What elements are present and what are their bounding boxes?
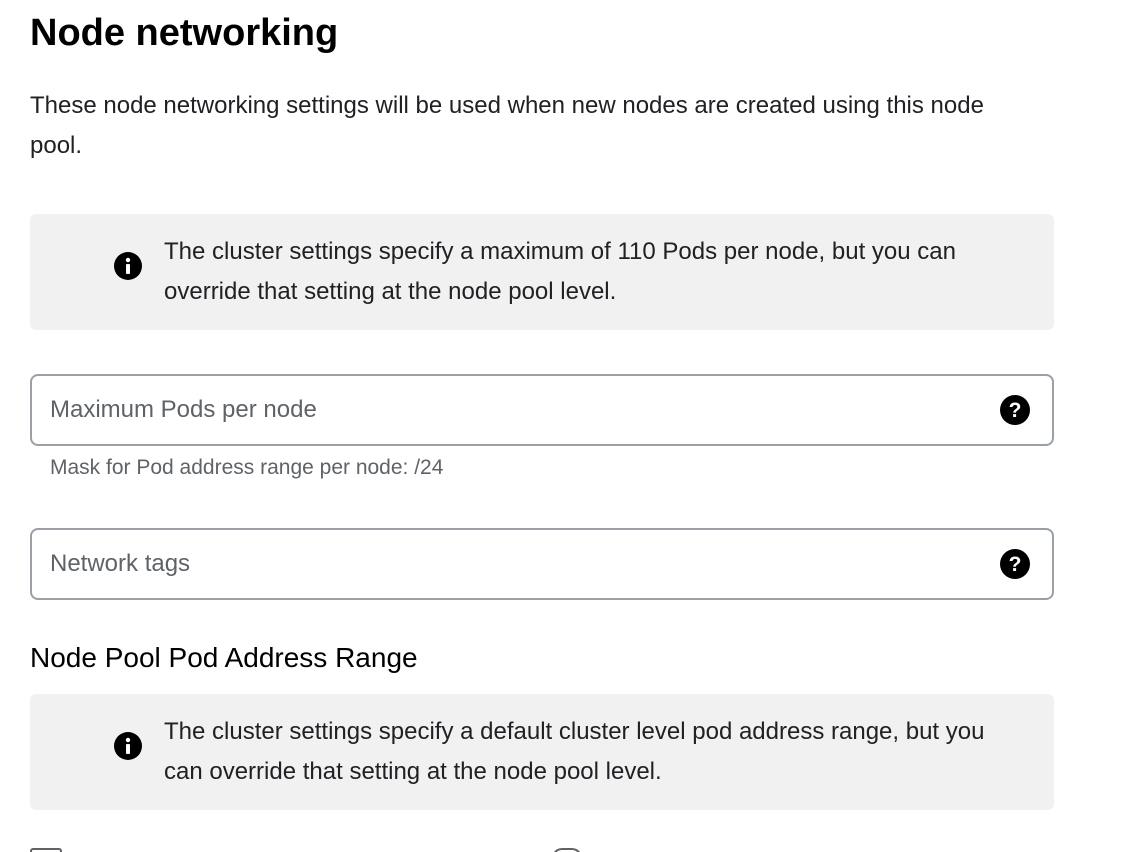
checkbox[interactable] [30, 848, 62, 852]
max-pods-input[interactable] [50, 376, 980, 444]
svg-text:?: ? [1009, 553, 1022, 576]
max-pods-field[interactable]: ? [30, 374, 1054, 446]
info-banner-text: The cluster settings specify a default c… [164, 718, 985, 785]
info-banner-text: The cluster settings specify a maximum o… [164, 238, 956, 305]
help-icon[interactable] [552, 848, 582, 852]
network-tags-input[interactable] [50, 530, 980, 598]
svg-text:?: ? [1009, 399, 1022, 422]
help-icon[interactable]: ? [1000, 549, 1030, 579]
info-banner-max-pods: The cluster settings specify a maximum o… [30, 214, 1054, 330]
max-pods-hint: Mask for Pod address range per node: /24 [50, 456, 444, 479]
info-icon [114, 252, 142, 280]
node-networking-page: Node networking These node networking se… [0, 0, 1122, 852]
help-icon[interactable]: ? [1000, 395, 1030, 425]
page-title: Node networking [30, 12, 339, 54]
network-tags-field[interactable]: ? [30, 528, 1054, 600]
pod-address-range-heading: Node Pool Pod Address Range [30, 642, 418, 673]
info-icon [114, 732, 142, 760]
info-banner-pod-range: The cluster settings specify a default c… [30, 694, 1054, 810]
section-description: These node networking settings will be u… [30, 92, 984, 159]
